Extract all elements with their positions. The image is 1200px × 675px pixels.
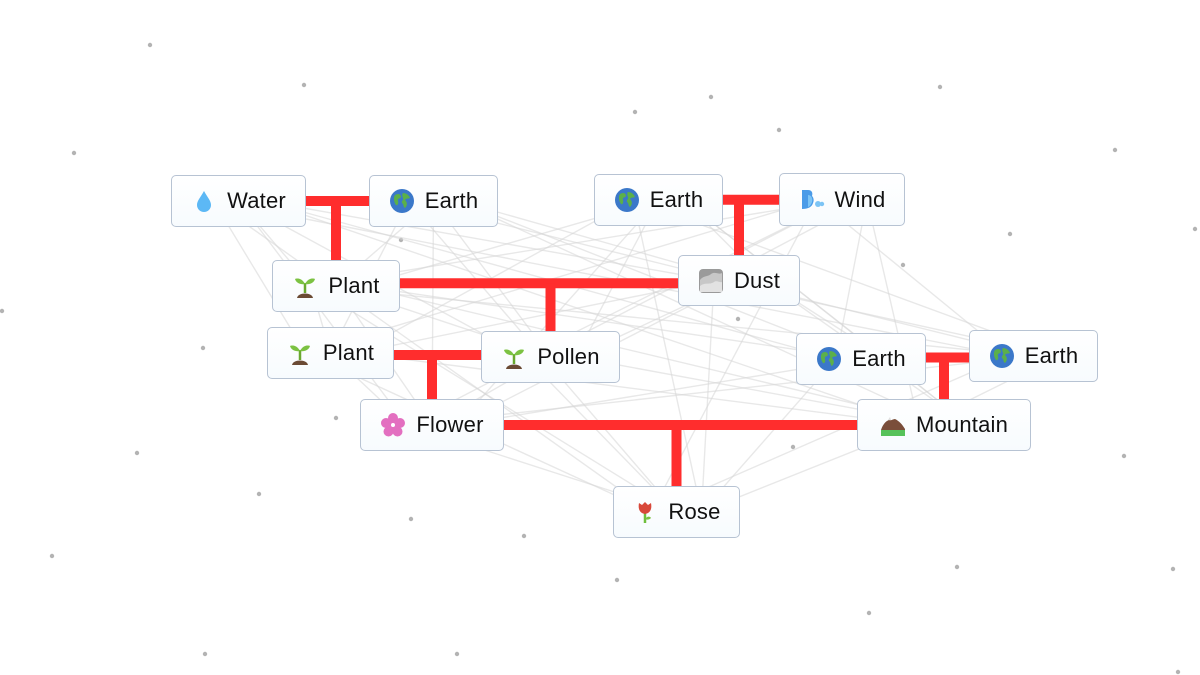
background-dot [147, 42, 153, 48]
globe-icon [817, 347, 842, 371]
background-dot [1192, 226, 1198, 232]
element-earth[interactable]: Earth [796, 333, 926, 385]
background-dot [900, 262, 906, 268]
background-dot [0, 308, 5, 314]
background-dot [954, 564, 960, 570]
element-label: Flower [416, 412, 484, 437]
element-earth[interactable]: Earth [369, 175, 498, 227]
background-dot [735, 316, 741, 322]
cherry-blossom-icon [381, 413, 406, 437]
rose-icon [639, 502, 652, 523]
element-plant[interactable]: Plant [267, 327, 394, 379]
background-dot [49, 553, 55, 559]
element-label: Wind [834, 186, 886, 212]
element-label: Dust [733, 267, 781, 293]
background-dot [790, 444, 796, 450]
element-label: Rose [668, 499, 721, 524]
seedling-icon [289, 345, 310, 365]
mountain-icon [880, 417, 905, 436]
element-label: Water [227, 188, 286, 213]
background-dot [1121, 453, 1127, 459]
element-dust[interactable]: Dust [678, 255, 800, 306]
background-dot [632, 109, 638, 115]
element-label: Earth [424, 188, 479, 213]
element-label: Plant [328, 273, 380, 298]
background-dot [454, 651, 460, 657]
background-dot [776, 127, 782, 133]
element-label: Mountain [915, 412, 1009, 437]
water-drop-icon [197, 191, 212, 212]
background-dot [301, 82, 307, 88]
faint-connection-line [237, 200, 408, 426]
background-dot [71, 150, 77, 156]
faint-connection-line [866, 199, 920, 426]
element-mountain[interactable]: Mountain [857, 399, 1031, 451]
seedling-icon [504, 349, 525, 369]
element-label: Earth [852, 346, 906, 371]
element-label: Plant [322, 340, 375, 365]
background-dot [708, 94, 714, 100]
element-pollen[interactable]: Pollen [481, 331, 620, 383]
faint-connection-line [632, 199, 703, 513]
element-earth[interactable]: Earth [969, 330, 1098, 382]
background-dot [614, 577, 620, 583]
wind-face-icon [801, 189, 824, 209]
background-dot [1112, 147, 1118, 153]
background-dot [866, 610, 872, 616]
background-dot [1170, 566, 1176, 572]
element-rose[interactable]: Rose [613, 486, 740, 538]
element-label: Earth [649, 187, 704, 212]
element-water[interactable]: Water [171, 175, 306, 227]
dust-fog-icon [698, 268, 723, 293]
element-flower[interactable]: Flower [360, 399, 504, 451]
background-dot [333, 415, 339, 421]
element-label: Pollen [537, 344, 600, 369]
background-dot [134, 450, 140, 456]
background-dot [256, 491, 262, 497]
background-dot [521, 533, 527, 539]
background-dot [1175, 669, 1181, 675]
background-dot [408, 516, 414, 522]
element-wind[interactable]: Wind [779, 173, 905, 226]
globe-icon [614, 188, 639, 212]
background-dot [937, 84, 943, 90]
element-plant[interactable]: Plant [272, 260, 400, 312]
seedling-icon [295, 278, 316, 298]
globe-icon [389, 189, 414, 213]
element-label: Earth [1024, 343, 1079, 368]
globe-icon [989, 344, 1014, 368]
element-earth[interactable]: Earth [594, 174, 723, 226]
background-dot [200, 345, 206, 351]
background-dot [202, 651, 208, 657]
background-dot [1007, 231, 1013, 237]
